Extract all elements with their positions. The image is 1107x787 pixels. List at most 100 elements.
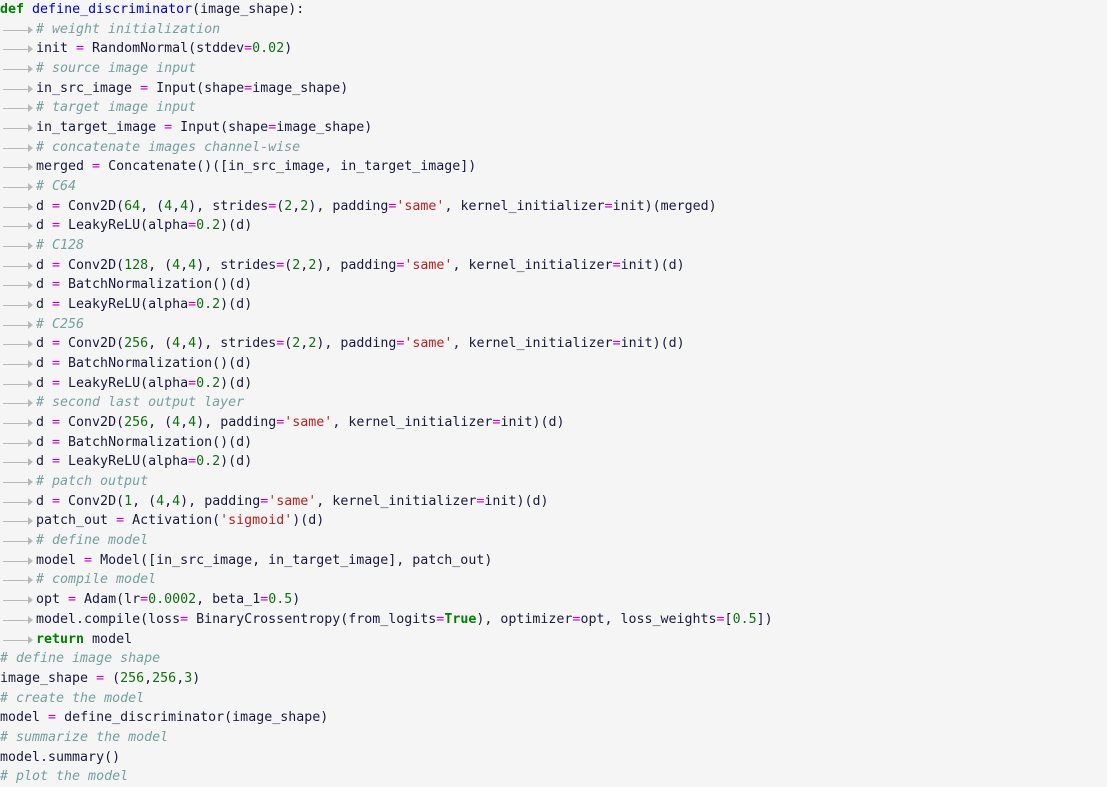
code-line[interactable]: # plot the model: [0, 767, 1107, 787]
code-line[interactable]: d = Conv2D(256, (4,4), padding='same', k…: [0, 413, 1107, 433]
code-line[interactable]: # concatenate images channel-wise: [0, 138, 1107, 158]
code-token-num: 4: [164, 198, 173, 214]
code-token-id: model: [84, 631, 133, 647]
code-line[interactable]: init = RandomNormal(stddev=0.02): [0, 39, 1107, 59]
code-token-op: =: [188, 218, 197, 234]
code-token-op: =: [52, 297, 61, 313]
indent-guide-arrow-icon: [0, 256, 36, 276]
code-token-id: Model([in_src_image, in_target_image], p…: [92, 552, 493, 568]
code-token-op: =: [48, 710, 57, 726]
indent-guide-arrow-icon: [0, 472, 36, 492]
code-token-op: =: [244, 80, 253, 96]
code-line[interactable]: # source image input: [0, 59, 1107, 79]
code-token-op: =: [52, 257, 61, 273]
code-line[interactable]: model.summary(): [0, 748, 1107, 768]
code-token-id: d: [36, 336, 53, 352]
code-token-fn: define_discriminator: [32, 2, 193, 17]
code-line[interactable]: d = BatchNormalization()(d): [0, 275, 1107, 295]
indent-guide-arrow-icon: [0, 354, 36, 374]
indent-guide-arrow-icon: [0, 393, 36, 413]
code-line[interactable]: in_src_image = Input(shape=image_shape): [0, 79, 1107, 99]
indent-guide-arrow-icon: [0, 531, 36, 551]
code-line[interactable]: # target image input: [0, 98, 1107, 118]
code-line[interactable]: model = define_discriminator(image_shape…: [0, 708, 1107, 728]
code-line[interactable]: d = LeakyReLU(alpha=0.2)(d): [0, 374, 1107, 394]
code-token-id: ), padding: [308, 198, 389, 214]
code-token-id: init: [36, 41, 77, 57]
code-line[interactable]: merged = Concatenate()([in_src_image, in…: [0, 157, 1107, 177]
code-line[interactable]: # compile model: [0, 570, 1107, 590]
code-line[interactable]: opt = Adam(lr=0.0002, beta_1=0.5): [0, 590, 1107, 610]
indent-guide-arrow-icon: [0, 118, 36, 138]
code-token-id: BatchNormalization()(d): [60, 277, 253, 293]
code-token-id: ): [284, 41, 293, 57]
indent-guide-arrow-icon: [0, 334, 36, 354]
code-token-id: , (: [140, 198, 165, 214]
indent-guide-arrow-icon: [0, 551, 36, 571]
indent-guide-arrow-icon: [0, 452, 36, 472]
code-body[interactable]: def define_discriminator(image_shape): # …: [0, 0, 1107, 787]
code-line[interactable]: # define model: [0, 531, 1107, 551]
code-line[interactable]: d = BatchNormalization()(d): [0, 354, 1107, 374]
code-token-id: model.compile(loss: [36, 611, 181, 627]
code-line[interactable]: d = LeakyReLU(alpha=0.2)(d): [0, 452, 1107, 472]
code-line[interactable]: # second last output layer: [0, 393, 1107, 413]
code-line[interactable]: in_target_image = Input(shape=image_shap…: [0, 118, 1107, 138]
code-listing[interactable]: def define_discriminator(image_shape): # …: [0, 0, 1107, 784]
code-token-id: ), strides: [196, 257, 277, 273]
code-line[interactable]: d = Conv2D(1, (4,4), padding='same', ker…: [0, 492, 1107, 512]
indent-guide-arrow-icon: [0, 374, 36, 394]
code-token-str: 'same': [396, 198, 445, 214]
code-token-str: 'same': [404, 336, 453, 352]
code-line[interactable]: image_shape = (256,256,3): [0, 669, 1107, 689]
code-line[interactable]: d = Conv2D(256, (4,4), strides=(2,2), pa…: [0, 334, 1107, 354]
code-token-id: ), padding: [316, 336, 397, 352]
code-line[interactable]: model = Model([in_src_image, in_target_i…: [0, 551, 1107, 571]
code-token-op: =: [188, 375, 197, 391]
code-line[interactable]: def define_discriminator(image_shape):: [0, 0, 1107, 20]
indent-guide-arrow-icon: [0, 630, 36, 650]
code-line[interactable]: model.compile(loss= BinaryCrossentropy(f…: [0, 610, 1107, 630]
code-line[interactable]: # C256: [0, 315, 1107, 335]
code-line[interactable]: # define image shape: [0, 649, 1107, 669]
indent-guide-arrow-icon: [0, 216, 36, 236]
code-token-id: ): [192, 670, 201, 686]
indent-guide-arrow-icon: [0, 590, 36, 610]
code-line[interactable]: patch_out = Activation('sigmoid')(d): [0, 511, 1107, 531]
code-line[interactable]: # weight initialization: [0, 20, 1107, 40]
code-line[interactable]: d = LeakyReLU(alpha=0.2)(d): [0, 295, 1107, 315]
code-token-kw: def: [0, 2, 25, 17]
code-token-op: =: [604, 198, 613, 214]
code-token-id: ), optimizer: [476, 611, 573, 627]
code-token-id: d: [36, 297, 53, 313]
code-token-id: d: [36, 198, 53, 214]
code-line[interactable]: return model: [0, 630, 1107, 650]
code-token-id: ,: [172, 198, 181, 214]
indent-guide-arrow-icon: [0, 20, 36, 40]
code-token-id: Conv2D(: [60, 198, 125, 214]
code-token-cmt: # C128: [36, 238, 85, 254]
code-token-op: =: [52, 198, 61, 214]
code-token-id: ), padding: [196, 415, 277, 431]
code-token-num: 0.02: [252, 41, 285, 57]
code-token-id: in_src_image: [36, 80, 141, 96]
code-token-op: =: [140, 80, 149, 96]
code-line[interactable]: d = LeakyReLU(alpha=0.2)(d): [0, 216, 1107, 236]
code-token-id: ,: [164, 493, 173, 509]
code-token-id: LeakyReLU(alpha: [60, 454, 189, 470]
code-line[interactable]: d = Conv2D(64, (4,4), strides=(2,2), pad…: [0, 197, 1107, 217]
code-line[interactable]: # patch output: [0, 472, 1107, 492]
code-token-id: Concatenate()([in_src_image, in_target_i…: [100, 159, 477, 175]
code-line[interactable]: d = BatchNormalization()(d): [0, 433, 1107, 453]
code-token-id: ,: [180, 336, 189, 352]
code-token-id: , kernel_initializer: [316, 493, 477, 509]
indent-guide-arrow-icon: [0, 59, 36, 79]
code-token-id: (: [104, 670, 121, 686]
code-line[interactable]: # summarize the model: [0, 728, 1107, 748]
indent-guide-arrow-icon: [0, 610, 36, 630]
code-line[interactable]: # C64: [0, 177, 1107, 197]
code-line[interactable]: # C128: [0, 236, 1107, 256]
code-line[interactable]: d = Conv2D(128, (4,4), strides=(2,2), pa…: [0, 256, 1107, 276]
code-line[interactable]: # create the model: [0, 689, 1107, 709]
code-token-num: 4: [188, 257, 197, 273]
